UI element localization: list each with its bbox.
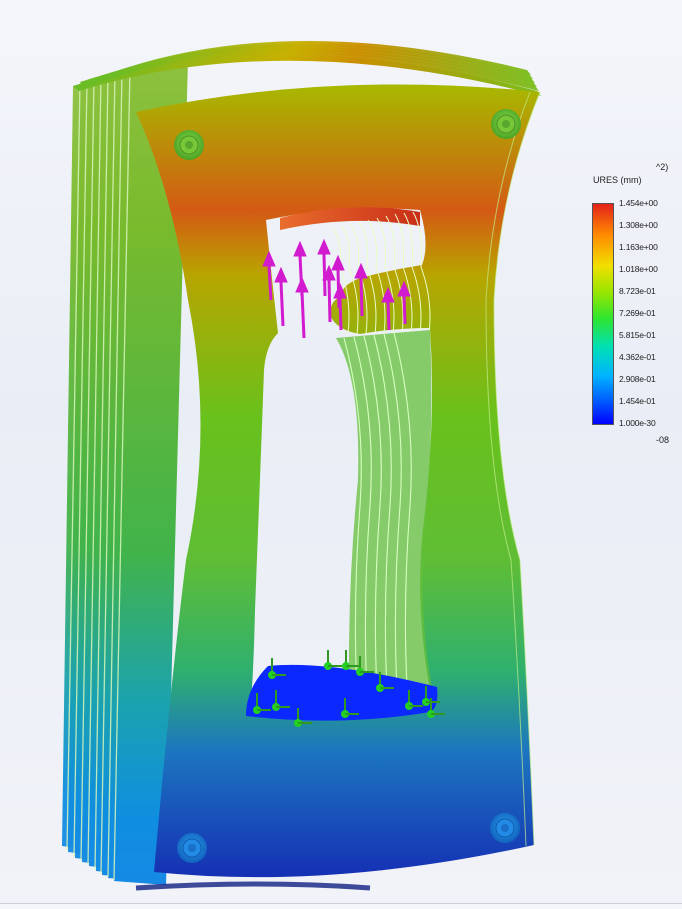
force-arrow[interactable] [295, 276, 309, 339]
boss-top-right[interactable] [491, 109, 521, 139]
legend-value-10: 1.454e-01 [619, 396, 656, 406]
force-arrow[interactable] [274, 266, 288, 327]
simulation-model[interactable] [0, 0, 682, 908]
legend-value-5: 8.723e-01 [619, 286, 656, 296]
legend-value-7: 5.815e-01 [619, 330, 656, 340]
fixture-marker[interactable] [324, 650, 342, 670]
legend-value-4: 1.018e+00 [619, 264, 658, 274]
legend-exponent-top: ^2) [656, 162, 669, 172]
right-inner-stack [336, 330, 432, 720]
boss-top-left[interactable] [174, 130, 204, 160]
legend-color-bar [592, 203, 614, 425]
viewport-bottom-edge [0, 903, 682, 909]
legend-value-11: 1.000e-30 [619, 418, 656, 428]
legend-value-6: 7.269e-01 [619, 308, 656, 318]
legend-value-9: 2.908e-01 [619, 374, 656, 384]
graphics-viewport[interactable]: ^2) URES (mm) 1.454e+00 1.308e+00 1.163e… [0, 0, 682, 909]
boss-bottom-right[interactable] [490, 813, 520, 843]
legend-value-3: 1.163e+00 [619, 242, 658, 252]
front-face [136, 84, 540, 878]
legend-title: URES (mm) [593, 175, 642, 185]
legend-value-8: 4.362e-01 [619, 352, 656, 362]
legend-value-2: 1.308e+00 [619, 220, 658, 230]
boss-bottom-left[interactable] [177, 833, 207, 863]
bottom-shadow [135, 881, 371, 891]
legend-value-1: 1.454e+00 [619, 198, 658, 208]
results-legend[interactable]: ^2) URES (mm) 1.454e+00 1.308e+00 1.163e… [588, 158, 682, 458]
legend-exponent-bottom: -08 [656, 435, 670, 445]
